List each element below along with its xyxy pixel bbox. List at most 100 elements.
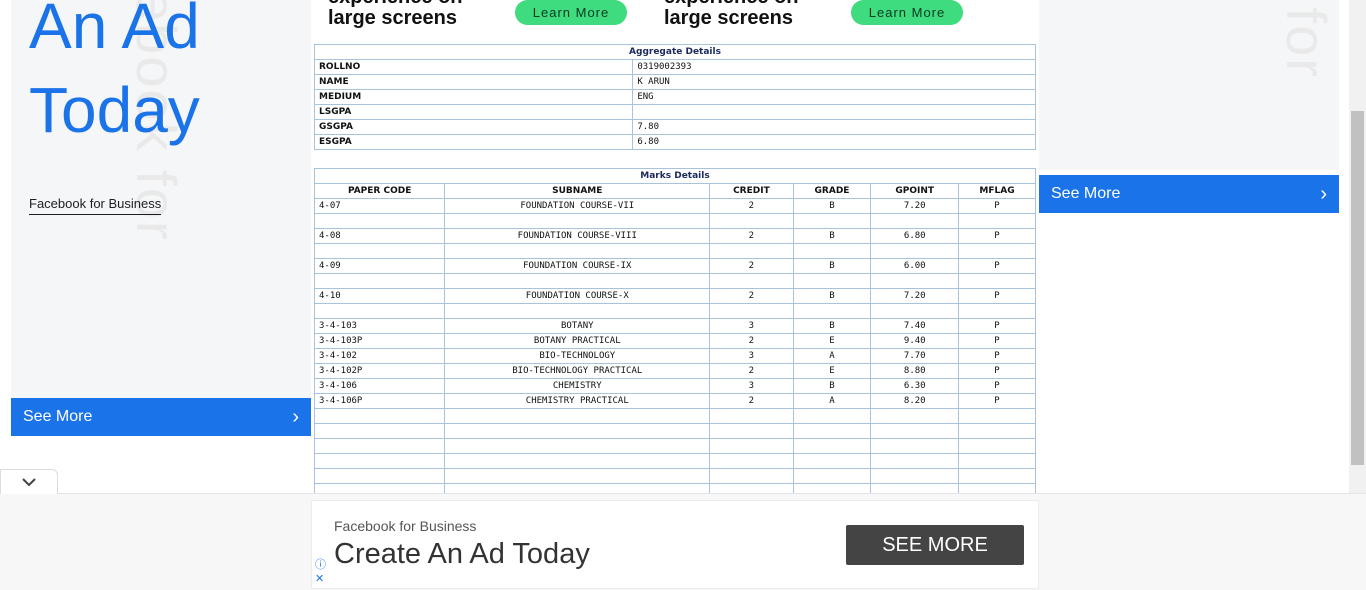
table-cell (871, 454, 959, 468)
table-cell (710, 454, 793, 468)
table-cell: E (793, 364, 871, 378)
table-row (315, 439, 1035, 453)
table-cell (793, 409, 871, 423)
table-row (315, 214, 1035, 228)
right-see-more-button[interactable]: See More › (1039, 175, 1339, 213)
column-header: PAPER CODE (315, 184, 445, 198)
table-cell (710, 409, 793, 423)
table-row (315, 244, 1035, 258)
table-cell: P (959, 259, 1035, 273)
table-cell: 2 (710, 199, 793, 213)
table-cell (871, 409, 959, 423)
table-cell: P (959, 394, 1035, 408)
info-icon[interactable]: ⓘ (315, 558, 326, 572)
table-cell: 2 (710, 229, 793, 243)
ad-headline: Create An Ad Today (334, 538, 590, 570)
table-cell (793, 454, 871, 468)
table-cell (871, 469, 959, 483)
table-row: ROLLNO 0319002393 (315, 60, 1035, 74)
learn-more-button[interactable]: Learn More (515, 0, 627, 25)
table-row: ESGPA 6.80 (315, 135, 1035, 149)
table-cell (445, 469, 710, 483)
table-cell: B (793, 289, 871, 303)
table-cell (959, 274, 1035, 288)
table-cell: FOUNDATION COURSE-IX (445, 259, 710, 273)
table-row (315, 274, 1035, 288)
table-cell (793, 274, 871, 288)
table-row: LSGPA (315, 105, 1035, 119)
field-label: ROLLNO (315, 60, 633, 74)
learn-more-button[interactable]: Learn More (851, 0, 963, 25)
chevron-right-icon: › (292, 405, 299, 428)
table-cell: 2 (710, 364, 793, 378)
right-ad[interactable]: k for (1039, 0, 1339, 170)
table-cell (315, 304, 445, 318)
table-cell: P (959, 199, 1035, 213)
table-cell: 3-4-106P (315, 394, 445, 408)
field-label: LSGPA (315, 105, 633, 119)
table-cell (445, 454, 710, 468)
table-cell: 3-4-103P (315, 334, 445, 348)
top-banner-ad[interactable]: experience on large screens Learn More e… (314, 0, 1036, 40)
table-cell (871, 214, 959, 228)
table-cell: 8.20 (871, 394, 959, 408)
table-cell: 4-09 (315, 259, 445, 273)
table-cell: 3 (710, 379, 793, 393)
field-value (633, 105, 1035, 119)
table-cell: P (959, 379, 1035, 393)
ad-watermark-text: k for (1275, 0, 1338, 79)
table-row: 3-4-102 BIO-TECHNOLOGY 3 A 7.70 P (315, 349, 1035, 363)
table-row: MEDIUM ENG (315, 90, 1035, 104)
table-cell (445, 304, 710, 318)
table-cell (959, 424, 1035, 438)
column-header: GPOINT (871, 184, 959, 198)
table-cell: 7.20 (871, 289, 959, 303)
table-cell: 7.40 (871, 319, 959, 333)
chevron-right-icon: › (1320, 182, 1327, 205)
table-cell (793, 214, 871, 228)
table-cell: 3-4-103 (315, 319, 445, 333)
table-cell (959, 469, 1035, 483)
table-row: 4-07 FOUNDATION COURSE-VII 2 B 7.20 P (315, 199, 1035, 213)
bottom-banner-ad[interactable]: Facebook for Business Create An Ad Today… (311, 500, 1039, 589)
table-cell (445, 274, 710, 288)
table-cell (710, 304, 793, 318)
table-cell (315, 454, 445, 468)
table-cell: FOUNDATION COURSE-X (445, 289, 710, 303)
table-row: 4-09 FOUNDATION COURSE-IX 2 B 6.00 P (315, 259, 1035, 273)
table-cell: BOTANY PRACTICAL (445, 334, 710, 348)
table-row: 3-4-102P BIO-TECHNOLOGY PRACTICAL 2 E 8.80 P (315, 364, 1035, 378)
field-value: 0319002393 (633, 60, 1035, 74)
table-row (315, 409, 1035, 423)
table-row: 3-4-103 BOTANY 3 B 7.40 P (315, 319, 1035, 333)
brand-link[interactable]: Facebook for Business (29, 196, 162, 215)
table-cell: 3 (710, 349, 793, 363)
table-cell: BOTANY (445, 319, 710, 333)
table-title: Aggregate Details (315, 45, 1035, 59)
close-icon[interactable]: ✕ (315, 572, 326, 586)
left-see-more-button[interactable]: See More › (11, 398, 311, 436)
table-cell (959, 439, 1035, 453)
collapse-ad-button[interactable] (0, 469, 58, 494)
field-value: 6.80 (633, 135, 1035, 149)
see-more-label: See More (23, 408, 93, 425)
table-row: NAME K ARUN (315, 75, 1035, 89)
table-cell: 6.30 (871, 379, 959, 393)
table-cell: A (793, 394, 871, 408)
table-cell: B (793, 379, 871, 393)
aggregate-details-table: Aggregate Details ROLLNO 0319002393 NAME K… (314, 44, 1036, 150)
field-label: GSGPA (315, 120, 633, 134)
table-cell (871, 244, 959, 258)
table-row: 4-10 FOUNDATION COURSE-X 2 B 7.20 P (315, 289, 1035, 303)
table-cell: 7.20 (871, 199, 959, 213)
table-cell: P (959, 319, 1035, 333)
see-more-button[interactable]: SEE MORE (846, 525, 1024, 565)
field-value: 7.80 (633, 120, 1035, 134)
field-value: K ARUN (633, 75, 1035, 89)
table-cell: 2 (710, 394, 793, 408)
table-cell (315, 439, 445, 453)
scrollbar-thumb[interactable] (1351, 111, 1364, 465)
table-cell (445, 424, 710, 438)
left-ad[interactable]: ebook for An Ad Today Facebook for Busin… (11, 0, 311, 436)
table-cell: P (959, 349, 1035, 363)
